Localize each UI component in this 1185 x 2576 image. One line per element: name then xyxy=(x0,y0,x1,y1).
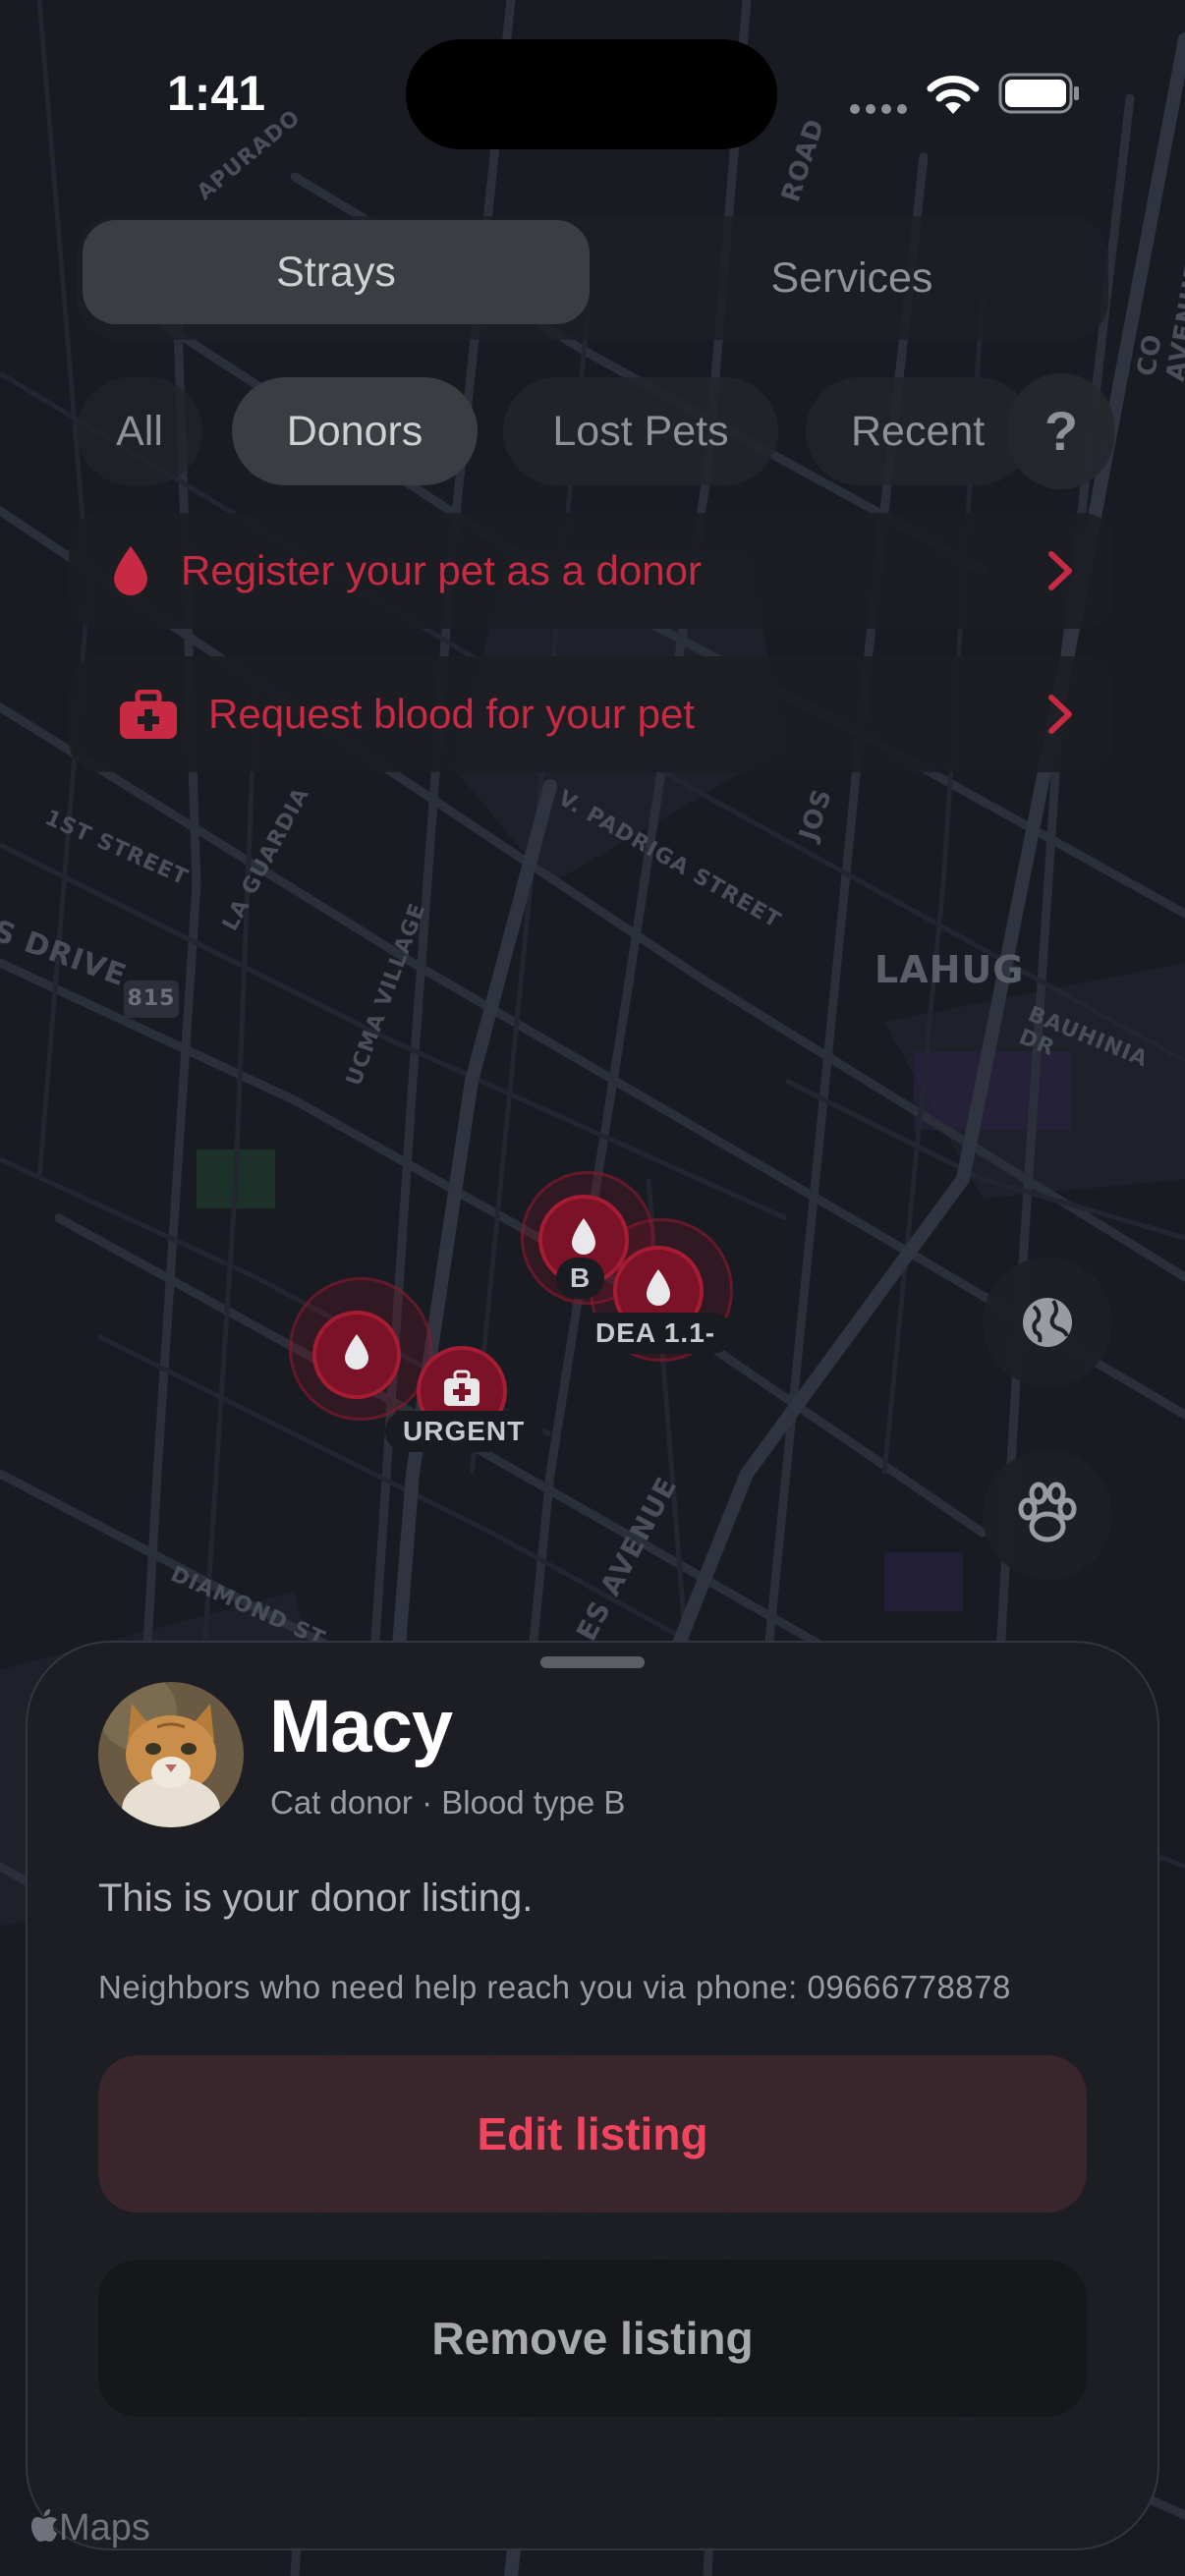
pet-subtitle: Cat donor · Blood type B xyxy=(270,1784,626,1820)
globe-button[interactable] xyxy=(983,1258,1112,1387)
help-button[interactable]: ? xyxy=(1008,373,1114,489)
edit-listing-button[interactable]: Edit listing xyxy=(98,2055,1087,2212)
filter-chip-donors[interactable]: Donors xyxy=(232,377,478,485)
map-label-lahug: LAHUG xyxy=(875,948,1025,991)
request-blood-label: Request blood for your pet xyxy=(208,691,695,737)
maps-attribution-label: Maps xyxy=(59,2507,150,2548)
globe-icon xyxy=(1023,1298,1072,1347)
apple-logo-icon xyxy=(31,2509,57,2542)
pet-avatar xyxy=(98,1682,244,1827)
status-time: 1:41 xyxy=(167,66,266,121)
blood-drop-icon xyxy=(345,1334,368,1370)
register-donor-label: Register your pet as a donor xyxy=(181,547,702,593)
filter-chip-recent[interactable]: Recent xyxy=(806,377,1032,485)
marker-tag-b: B xyxy=(556,1258,605,1299)
cellular-signal-icon xyxy=(850,104,907,114)
donor-marker-blood[interactable] xyxy=(312,1311,401,1399)
medical-kit-icon xyxy=(120,690,177,739)
remove-listing-button[interactable]: Remove listing xyxy=(98,2260,1087,2417)
wifi-icon xyxy=(927,76,980,114)
sheet-grabber[interactable] xyxy=(540,1656,645,1668)
listing-message: This is your donor listing. xyxy=(98,1876,534,1920)
dynamic-island xyxy=(406,39,777,149)
register-donor-banner[interactable]: Register your pet as a donor xyxy=(69,513,1114,629)
paw-icon xyxy=(1018,1482,1077,1542)
chevron-right-icon xyxy=(1048,695,1072,734)
chevron-right-icon xyxy=(1048,551,1072,590)
request-blood-banner[interactable]: Request blood for your pet xyxy=(69,656,1114,772)
paw-button[interactable] xyxy=(983,1450,1112,1580)
pet-name: Macy xyxy=(269,1685,453,1768)
filter-chip-all[interactable]: All xyxy=(77,377,202,485)
filter-chip-lost-pets[interactable]: Lost Pets xyxy=(503,377,778,485)
cat-photo xyxy=(98,1682,244,1827)
mode-segmented-control: Strays Services xyxy=(77,216,1108,340)
marker-tag-urgent: URGENT xyxy=(385,1411,543,1452)
segment-services[interactable]: Services xyxy=(601,216,1102,340)
segment-strays[interactable]: Strays xyxy=(83,220,590,324)
contact-message: Neighbors who need help reach you via ph… xyxy=(98,1969,1011,2005)
map-route-shield: 815 xyxy=(124,980,179,1018)
battery-icon xyxy=(998,73,1079,114)
marker-tag-dea: DEA 1.1- xyxy=(578,1313,734,1354)
blood-drop-icon xyxy=(114,546,147,595)
maps-attribution: Maps xyxy=(29,2507,150,2549)
